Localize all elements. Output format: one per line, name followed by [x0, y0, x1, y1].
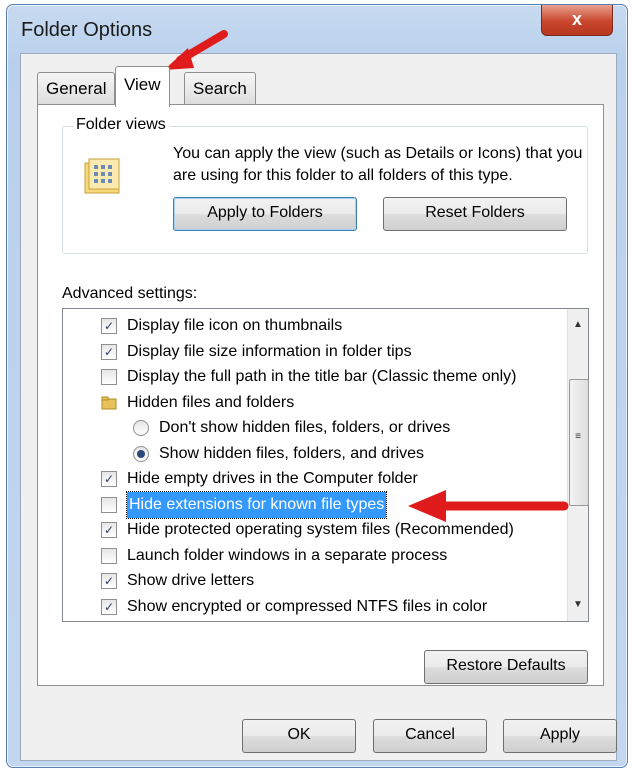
- checkbox[interactable]: ✓: [101, 343, 117, 360]
- list-item-label: Don't show hidden files, folders, or dri…: [159, 419, 451, 436]
- folder-icon: [101, 396, 117, 409]
- apply-to-folders-button[interactable]: Apply to Folders: [173, 197, 357, 231]
- checkbox[interactable]: ✓: [101, 522, 117, 538]
- list-scrollbar[interactable]: ▲ ≡ ▼: [567, 309, 589, 621]
- list-item[interactable]: Launch folder windows in a separate proc…: [63, 543, 563, 569]
- list-item-label: Show hidden files, folders, and drives: [159, 444, 425, 462]
- list-item[interactable]: Show hidden files, folders, and drives: [63, 441, 563, 467]
- list-item[interactable]: ✓ Show encrypted or compressed NTFS files…: [63, 594, 563, 620]
- list-item-label: Show drive letters: [127, 572, 255, 589]
- list-item-label: Hidden files and folders: [127, 393, 295, 411]
- list-item[interactable]: ✓ Display file icon on thumbnails: [63, 313, 563, 339]
- ok-button[interactable]: OK: [242, 719, 356, 753]
- advanced-settings-list[interactable]: ✓ Display file icon on thumbnails ✓ Display…: [62, 308, 589, 622]
- tab-view[interactable]: View: [115, 66, 170, 107]
- scroll-thumb[interactable]: [569, 379, 589, 506]
- list-item-label: Hide empty drives in the Computer folder: [127, 470, 418, 487]
- scroll-grip-icon: ≡: [575, 431, 581, 442]
- checkbox[interactable]: ✓: [101, 598, 117, 615]
- reset-folders-button[interactable]: Reset Folders: [383, 197, 567, 231]
- radio-button[interactable]: [133, 445, 149, 462]
- folder-views-legend: Folder views: [73, 116, 169, 134]
- scroll-down-icon[interactable]: ▼: [568, 599, 588, 610]
- list-item-label: Hide extensions for known file types: [125, 490, 388, 519]
- list-item[interactable]: ✓ Display file size information in folder…: [63, 339, 563, 365]
- list-item-label: Display file icon on thumbnails: [127, 317, 343, 334]
- tab-general[interactable]: General: [37, 72, 116, 105]
- folder-views-description: You can apply the view (such as Details …: [173, 145, 583, 184]
- list-item-label: Display file size information in folder …: [127, 342, 412, 360]
- checkbox[interactable]: ✓: [101, 318, 117, 334]
- scroll-up-icon[interactable]: ▲: [568, 319, 588, 330]
- folder-view-icon: [84, 158, 120, 194]
- checkbox[interactable]: ✓: [101, 471, 117, 487]
- checkbox[interactable]: ✓: [101, 573, 117, 589]
- list-item-label: Launch folder windows in a separate proc…: [127, 546, 448, 564]
- annotation-arrow-icon: [408, 490, 569, 522]
- apply-button[interactable]: Apply: [503, 719, 617, 753]
- list-item-label: Display the full path in the title bar (…: [127, 368, 517, 385]
- checkbox[interactable]: [101, 496, 117, 513]
- list-item[interactable]: Don't show hidden files, folders, or dri…: [63, 415, 563, 441]
- restore-defaults-button[interactable]: Restore Defaults: [424, 650, 588, 684]
- checkbox[interactable]: [101, 547, 117, 564]
- advanced-settings-label: Advanced settings:: [62, 285, 198, 302]
- folder-views-group: Folder views You can apply the view (suc…: [62, 116, 588, 254]
- radio-button[interactable]: [133, 420, 149, 436]
- close-button[interactable]: x: [541, 5, 613, 36]
- cancel-button[interactable]: Cancel: [373, 719, 487, 753]
- list-item-label: Show encrypted or compressed NTFS files …: [127, 597, 488, 615]
- list-item[interactable]: Display the full path in the title bar (…: [63, 364, 563, 390]
- list-item[interactable]: Hidden files and folders: [63, 390, 563, 416]
- checkbox[interactable]: [101, 369, 117, 385]
- list-item[interactable]: ✓ Show drive letters: [63, 568, 563, 594]
- window-title: Folder Options: [21, 19, 153, 41]
